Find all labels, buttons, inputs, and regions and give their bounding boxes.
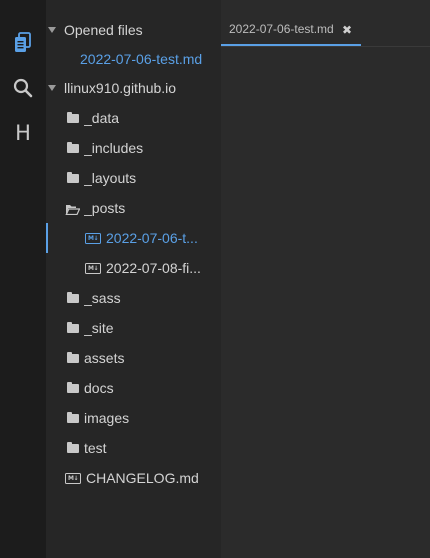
markdown-icon: M↓: [85, 263, 101, 274]
project-root[interactable]: llinux910.github.io: [46, 73, 221, 103]
tree-item-folder[interactable]: docs: [46, 373, 221, 403]
tree-item-folder[interactable]: _data: [46, 103, 221, 133]
chevron-down-icon: [48, 27, 56, 33]
tab-bar: 2022-07-06-test.md ✖: [221, 0, 430, 47]
folder-icon: [67, 172, 79, 183]
tree-item-folder[interactable]: _sass: [46, 283, 221, 313]
activity-bar: H: [0, 0, 46, 558]
markdown-icon: M↓: [65, 473, 81, 484]
folder-icon: [67, 442, 79, 453]
folder-icon: [67, 412, 79, 423]
files-icon[interactable]: [10, 30, 36, 56]
tree-item-file-active[interactable]: M↓ 2022-07-06-t...: [46, 223, 221, 253]
search-icon[interactable]: [10, 75, 36, 101]
editor-area[interactable]: 2022-07-06-test.md ✖: [221, 0, 430, 558]
close-icon[interactable]: ✖: [342, 22, 352, 38]
chevron-down-icon: [48, 85, 56, 91]
folder-icon: [67, 352, 79, 363]
tree-item-folder[interactable]: test: [46, 433, 221, 463]
folder-icon: [67, 142, 79, 153]
folder-icon: [67, 382, 79, 393]
tree-item-file[interactable]: M↓ CHANGELOG.md: [46, 463, 221, 493]
tree-item-folder[interactable]: _layouts: [46, 163, 221, 193]
opened-files-header[interactable]: Opened files: [46, 15, 221, 45]
tree-item-folder[interactable]: images: [46, 403, 221, 433]
tree-item-folder[interactable]: _includes: [46, 133, 221, 163]
tree-item-folder[interactable]: assets: [46, 343, 221, 373]
folder-icon: [67, 322, 79, 333]
folder-icon: [67, 112, 79, 123]
tree-item-folder[interactable]: _site: [46, 313, 221, 343]
markdown-icon: M↓: [85, 233, 101, 244]
folder-icon: [67, 292, 79, 303]
tree-item-file[interactable]: M↓ 2022-07-08-fi...: [46, 253, 221, 283]
file-explorer: Opened files 2022-07-06-test.md llinux91…: [46, 0, 221, 558]
heading-icon[interactable]: H: [10, 120, 36, 146]
tab-active-file[interactable]: 2022-07-06-test.md ✖: [221, 0, 361, 46]
opened-file-item[interactable]: 2022-07-06-test.md: [46, 44, 221, 74]
folder-open-icon: [65, 202, 81, 218]
tree-item-folder-open[interactable]: _posts: [46, 193, 221, 223]
